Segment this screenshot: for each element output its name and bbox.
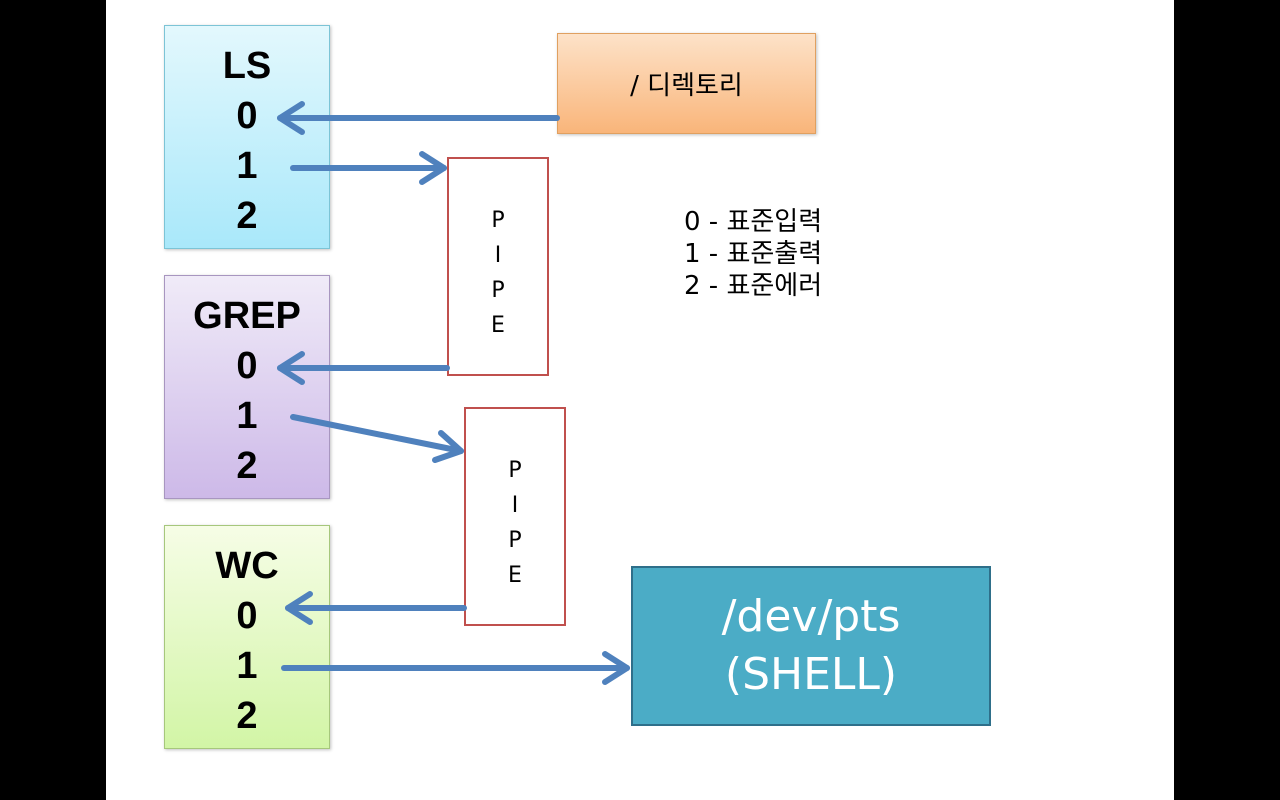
arrow-wc-stdout-to-shell — [281, 651, 630, 685]
arrow-pipe1-to-grep-stdin — [277, 351, 450, 385]
arrow-dir-to-ls-stdin — [277, 101, 560, 135]
arrows-layer — [277, 101, 630, 685]
arrow-ls-stdout-to-pipe1 — [290, 151, 447, 185]
arrow-grep-stdout-to-pipe2 — [290, 414, 464, 463]
arrow-pipe2-to-wc-stdin — [285, 591, 467, 625]
